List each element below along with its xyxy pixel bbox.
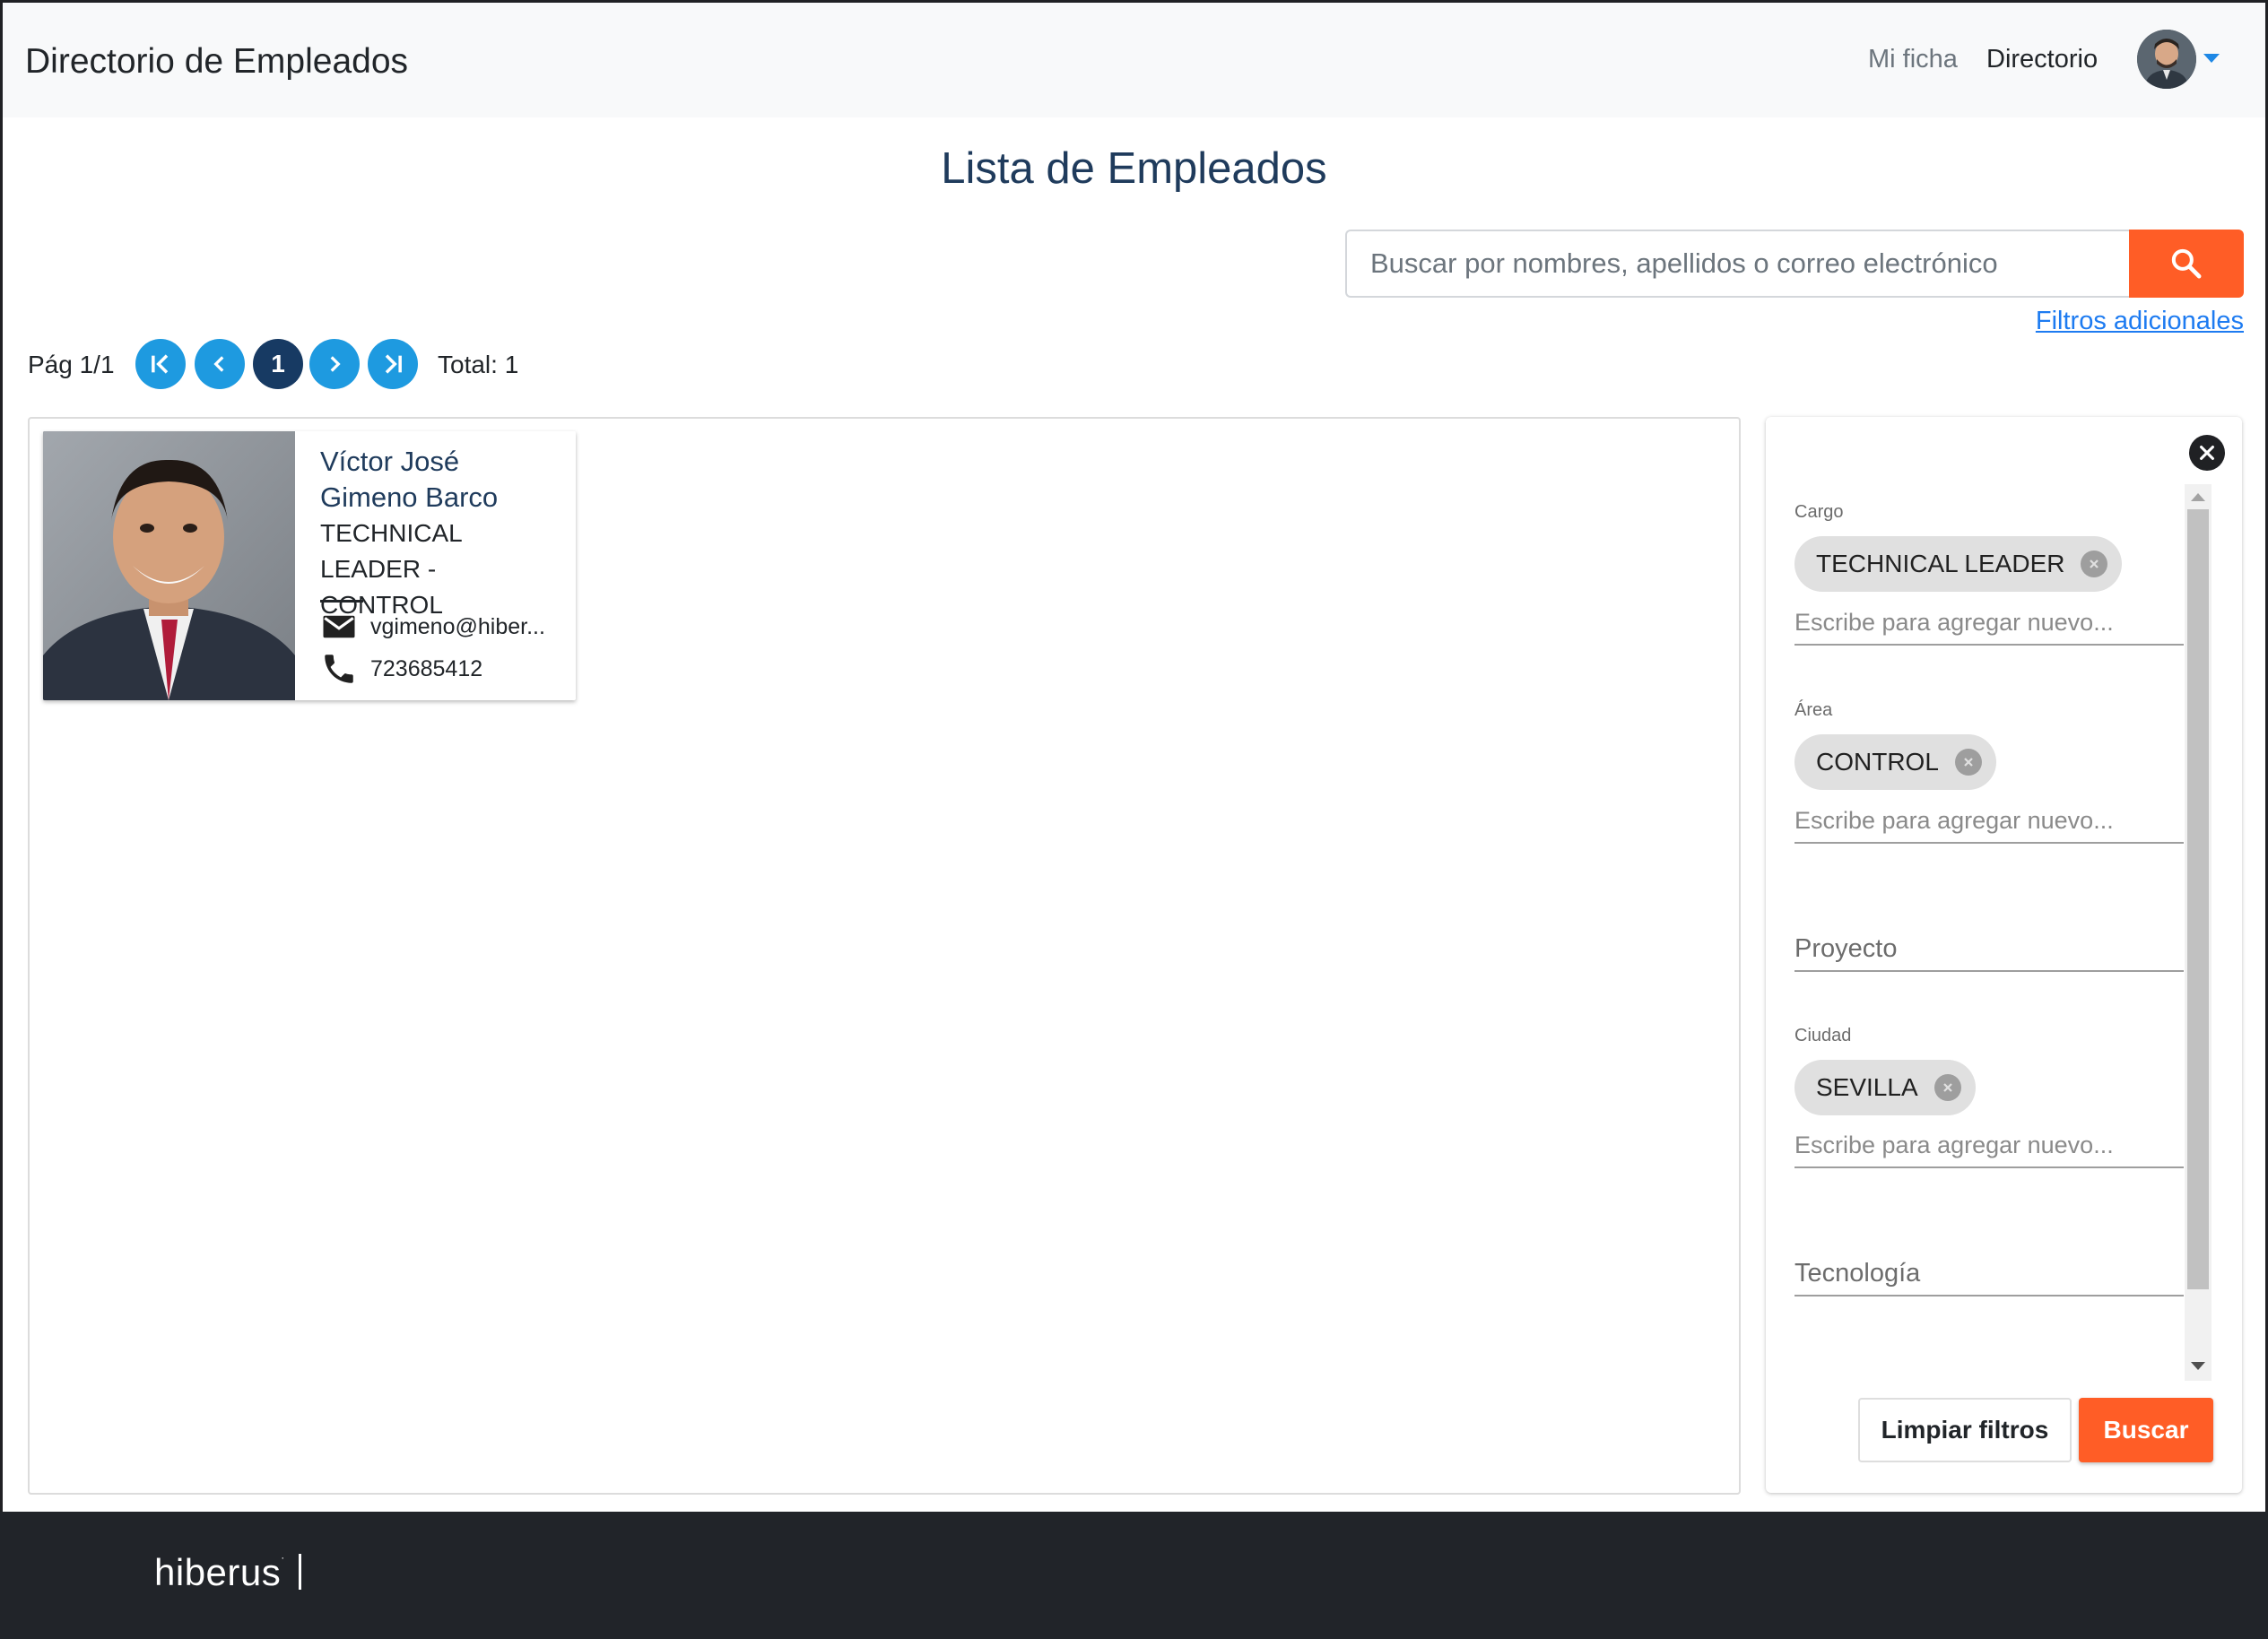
chip-cargo-label: TECHNICAL LEADER (1816, 550, 2065, 577)
search-input[interactable] (1345, 230, 2129, 298)
total-count: Total: 1 (438, 351, 519, 378)
first-page-button[interactable] (135, 339, 186, 389)
page-title: Lista de Empleados (941, 144, 1327, 193)
user-avatar[interactable] (2137, 30, 2196, 89)
employee-card[interactable]: Víctor José Gimeno Barco TECHNICAL LEADE… (43, 431, 576, 700)
nav-directorio[interactable]: Directorio (1986, 45, 2098, 74)
chip-area: CONTROL (1794, 734, 1996, 790)
scroll-up-icon[interactable] (2191, 493, 2205, 501)
employee-name[interactable]: Víctor José Gimeno Barco (320, 444, 562, 516)
employee-role: TECHNICAL LEADER - CONTROL (320, 519, 462, 619)
chevron-left-icon (213, 356, 224, 372)
close-filters-button[interactable] (2189, 435, 2225, 471)
filter-label-cargo: Cargo (1794, 502, 1844, 522)
footer-logo: hiberus· (154, 1551, 285, 1594)
last-page-button[interactable] (368, 339, 418, 389)
email-icon (323, 615, 355, 638)
additional-filters-link[interactable]: Filtros adicionales (2036, 307, 2244, 336)
page-number-button[interactable]: 1 (253, 339, 303, 389)
chip-remove-area[interactable] (1954, 749, 1982, 776)
filter-input-area[interactable] (1794, 799, 2184, 844)
cancel-icon (1964, 758, 1973, 767)
prev-page-button[interactable] (195, 339, 245, 389)
footer-logo-text: hiberus (154, 1551, 282, 1593)
footer-divider (299, 1554, 301, 1590)
employee-photo (43, 431, 295, 700)
card-divider (320, 600, 363, 603)
search-button[interactable] (2129, 230, 2244, 298)
cancel-icon (2090, 559, 2099, 568)
footer-logo-mark: · (281, 1551, 285, 1564)
filter-input-ciudad[interactable] (1794, 1123, 2184, 1168)
chip-remove-ciudad[interactable] (1933, 1074, 1961, 1101)
app-title[interactable]: Directorio de Empleados (25, 42, 408, 82)
next-page-button[interactable] (309, 339, 360, 389)
filter-input-tecnologia[interactable] (1794, 1252, 2184, 1296)
phone-icon (325, 655, 353, 683)
employee-email[interactable]: vgimeno@hiber... (370, 614, 545, 640)
filter-label-area: Área (1794, 700, 1833, 720)
footer (0, 1512, 2268, 1639)
chip-ciudad: SEVILLA (1794, 1060, 1976, 1115)
filter-input-cargo[interactable] (1794, 601, 2184, 646)
clear-filters-button[interactable]: Limpiar filtros (1858, 1398, 2072, 1462)
search-icon (2171, 248, 2202, 279)
nav-mi-ficha[interactable]: Mi ficha (1868, 45, 1958, 74)
apply-filters-button[interactable]: Buscar (2079, 1398, 2213, 1462)
scroll-down-icon[interactable] (2191, 1362, 2205, 1370)
caret-down-icon[interactable] (2203, 54, 2220, 63)
cancel-icon (1942, 1083, 1952, 1092)
chevron-right-icon (330, 356, 341, 372)
filter-input-proyecto[interactable] (1794, 927, 2184, 972)
first-page-icon (152, 354, 169, 374)
avatar-image (2137, 30, 2196, 89)
employee-phone[interactable]: 723685412 (370, 656, 482, 682)
page-indicator: Pág 1/1 (28, 351, 115, 378)
chip-ciudad-label: SEVILLA (1816, 1073, 1918, 1101)
last-page-icon (385, 354, 402, 374)
chip-cargo: TECHNICAL LEADER (1794, 536, 2123, 592)
filter-label-ciudad: Ciudad (1794, 1026, 1852, 1045)
filters-scrollbar-thumb[interactable] (2187, 509, 2209, 1289)
chip-remove-cargo[interactable] (2081, 551, 2108, 577)
chip-area-label: CONTROL (1816, 748, 1939, 776)
close-icon (2200, 446, 2214, 460)
